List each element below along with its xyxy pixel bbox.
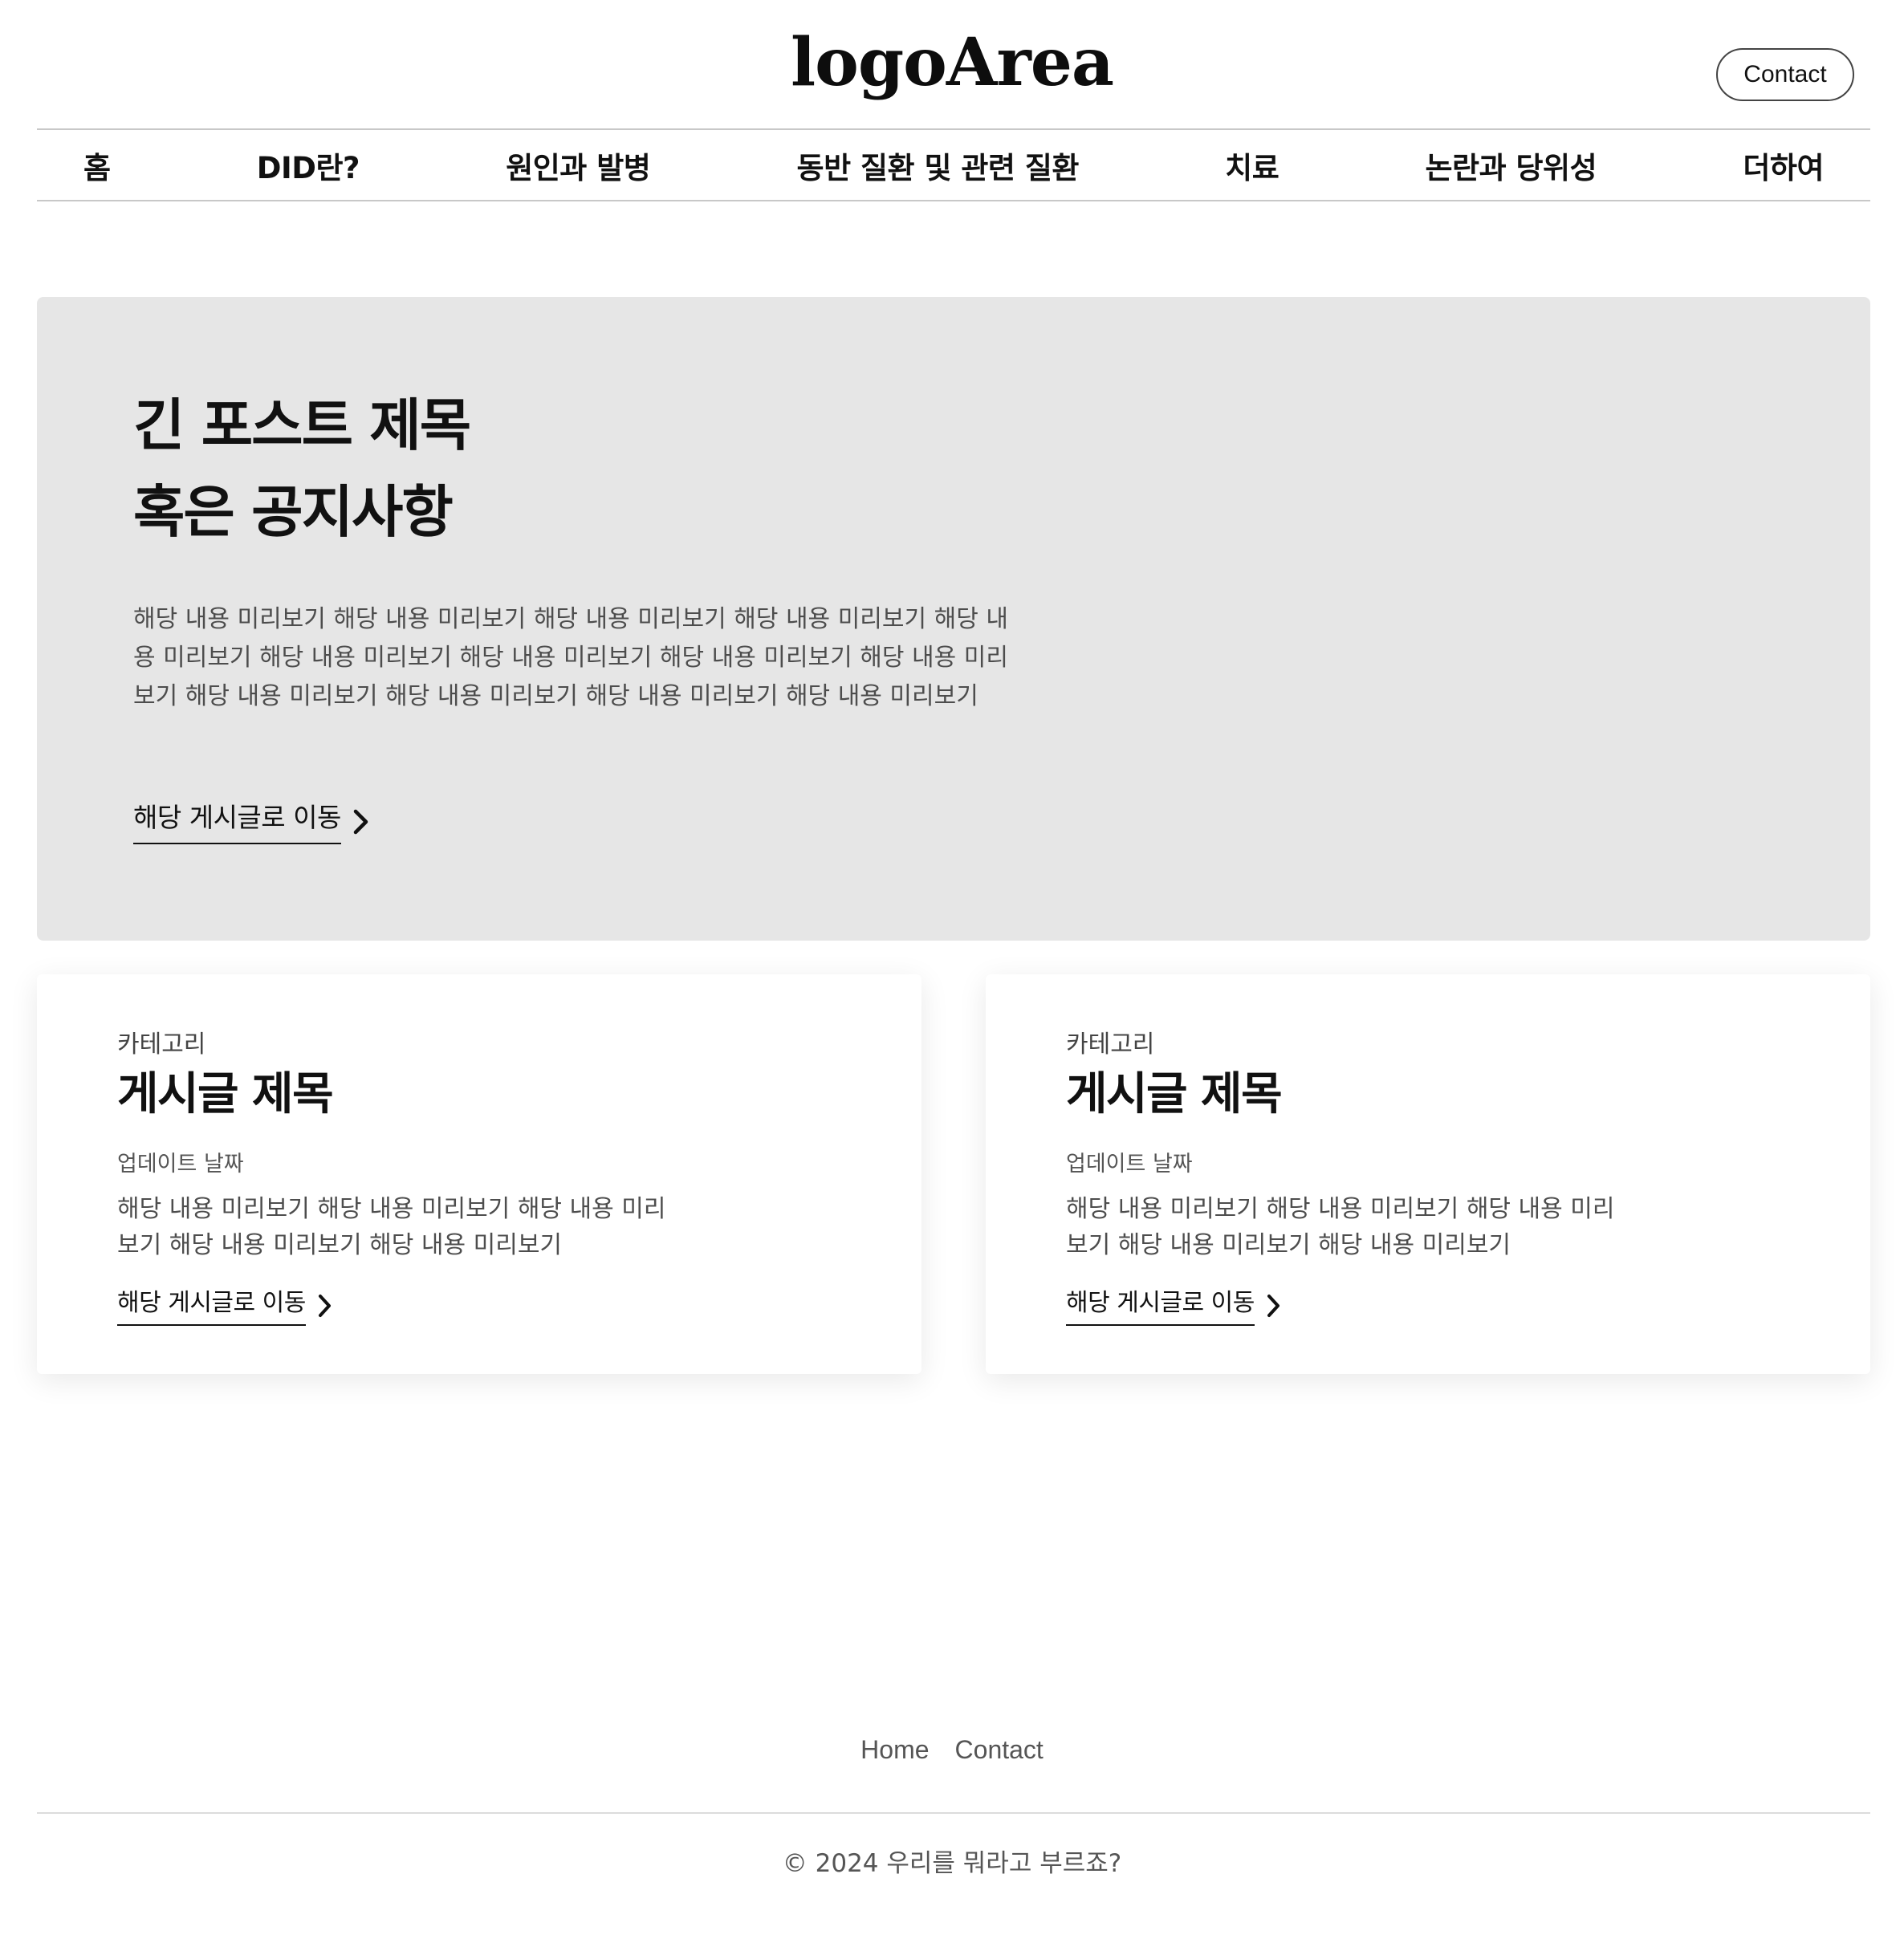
post-card: 카테고리 게시글 제목 업데이트 날짜 해당 내용 미리보기 해당 내용 미리보… (37, 974, 921, 1374)
hero-post-link[interactable]: 해당 게시글로 이동 (133, 796, 370, 844)
hero-title: 긴 포스트 제목 혹은 공지사항 (133, 382, 471, 555)
site-logo[interactable]: logoArea (0, 22, 1904, 103)
hero-title-line-1: 긴 포스트 제목 (133, 392, 471, 458)
copyright-text: © 2024 우리를 뭐라고 부르죠? (782, 1849, 1122, 1878)
card-title: 게시글 제목 (1066, 1068, 1283, 1120)
main-nav: 홈 DID란? 원인과 발병 동반 질환 및 관련 질환 치료 논란과 당위성 … (37, 128, 1870, 201)
contact-button[interactable]: Contact (1716, 48, 1854, 101)
card-category: 카테고리 (1066, 1030, 1155, 1059)
card-link-label[interactable]: 해당 게시글로 이동 (1066, 1283, 1255, 1326)
card-post-link[interactable]: 해당 게시글로 이동 (1066, 1283, 1282, 1326)
footer-link-contact[interactable]: Contact (955, 1735, 1044, 1765)
card-category: 카테고리 (117, 1030, 206, 1059)
hero-preview: 해당 내용 미리보기 해당 내용 미리보기 해당 내용 미리보기 해당 내용 미… (133, 605, 1008, 710)
footer-links: Home Contact (0, 1735, 1904, 1765)
nav-item-comorbidities[interactable]: 동반 질환 및 관련 질환 (797, 144, 1080, 187)
hero-link-label[interactable]: 해당 게시글로 이동 (133, 796, 341, 844)
nav-item-did[interactable]: DID란? (257, 144, 360, 187)
chevron-right-icon[interactable] (352, 808, 370, 835)
chevron-right-icon[interactable] (1266, 1293, 1282, 1319)
card-date: 업데이트 날짜 (1066, 1152, 1193, 1177)
card-preview: 해당 내용 미리보기 해당 내용 미리보기 해당 내용 미리보기 해당 내용 미… (1066, 1195, 1615, 1259)
chevron-right-icon[interactable] (317, 1293, 333, 1319)
hero-title-line-2: 혹은 공지사항 (133, 479, 454, 545)
card-link-label[interactable]: 해당 게시글로 이동 (117, 1283, 306, 1326)
card-date: 업데이트 날짜 (117, 1152, 244, 1177)
hero-post: 긴 포스트 제목 혹은 공지사항 해당 내용 미리보기 해당 내용 미리보기 해… (37, 297, 1870, 941)
nav-item-causes[interactable]: 원인과 발병 (506, 144, 651, 187)
card-title: 게시글 제목 (117, 1068, 334, 1120)
card-preview: 해당 내용 미리보기 해당 내용 미리보기 해당 내용 미리보기 해당 내용 미… (117, 1195, 666, 1259)
nav-item-more[interactable]: 더하여 (1743, 144, 1824, 187)
post-card: 카테고리 게시글 제목 업데이트 날짜 해당 내용 미리보기 해당 내용 미리보… (986, 974, 1870, 1374)
site-header: logoArea Contact (0, 0, 1904, 128)
nav-item-controversy[interactable]: 논란과 당위성 (1426, 144, 1597, 187)
nav-item-home[interactable]: 홈 (83, 144, 111, 187)
card-post-link[interactable]: 해당 게시글로 이동 (117, 1283, 333, 1326)
footer-divider (37, 1812, 1870, 1814)
nav-item-treatment[interactable]: 치료 (1225, 144, 1280, 187)
footer-link-home[interactable]: Home (860, 1735, 929, 1765)
